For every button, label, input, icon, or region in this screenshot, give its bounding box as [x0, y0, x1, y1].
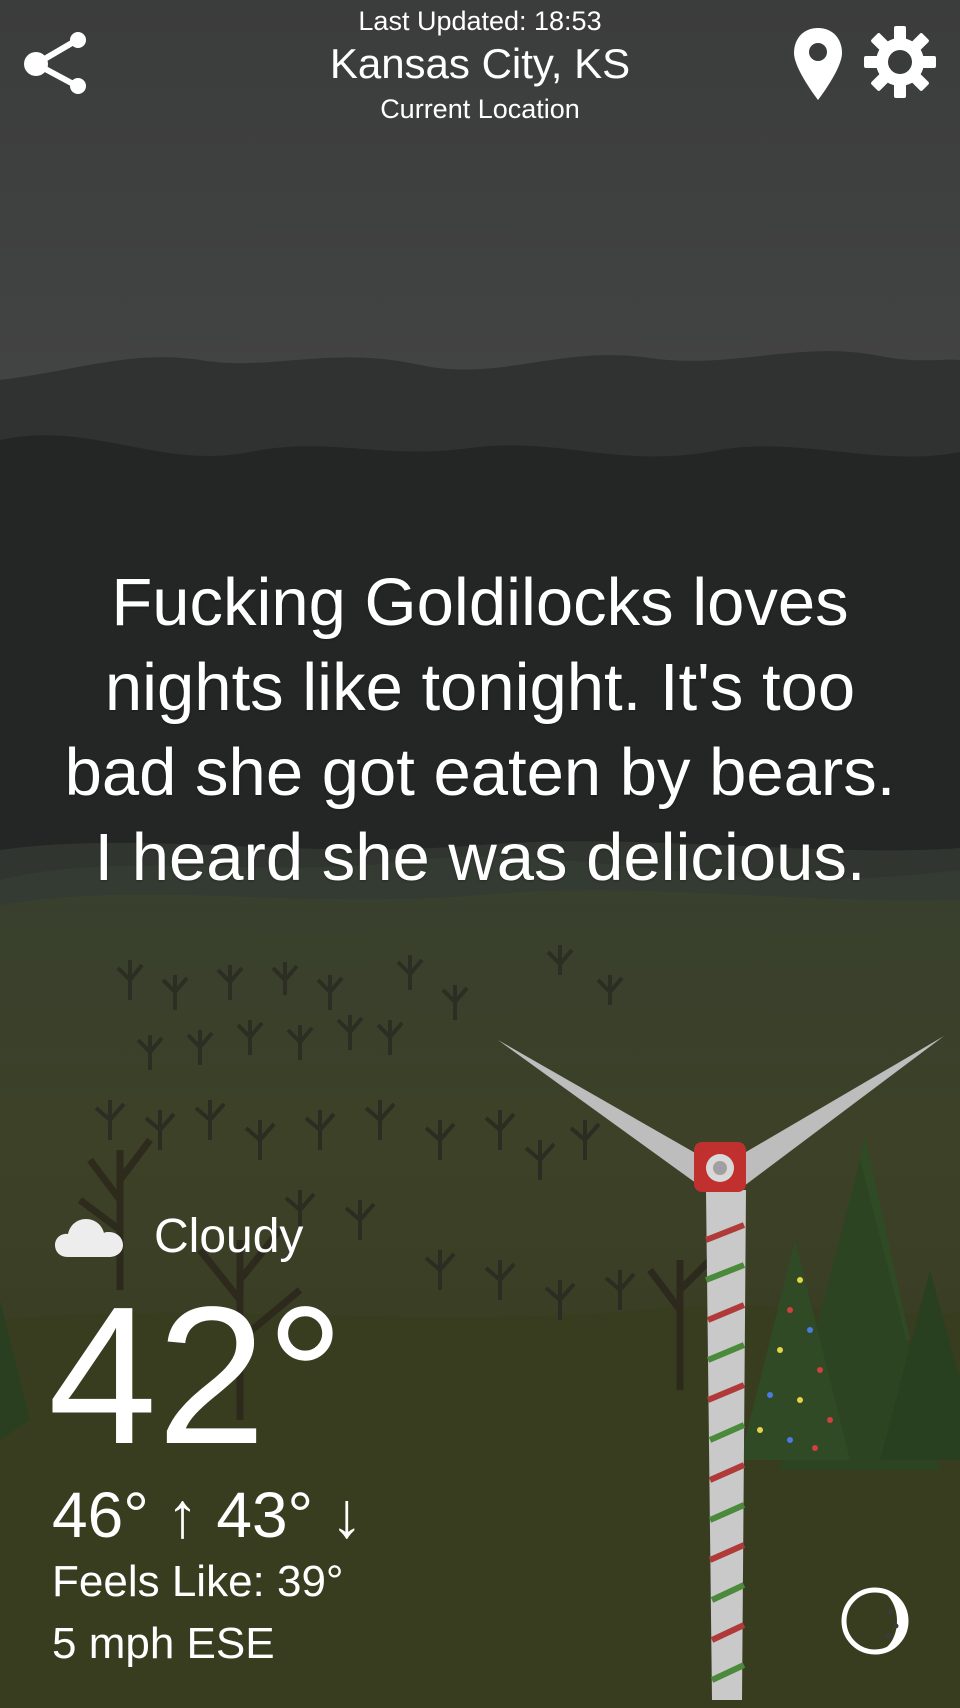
gear-icon[interactable]	[864, 26, 936, 98]
location-pin-icon[interactable]	[790, 26, 846, 102]
top-bar: Last Updated: 18:53 Kansas City, KS Curr…	[0, 0, 960, 140]
share-icon[interactable]	[22, 26, 94, 98]
current-location-label: Current Location	[380, 94, 580, 124]
last-updated-text: Last Updated: 18:53	[358, 6, 602, 36]
high-low-temps: 46° ↑ 43° ↓	[52, 1480, 363, 1550]
cloud-icon	[55, 1219, 123, 1257]
wind-text: 5 mph ESE	[52, 1619, 275, 1668]
up-arrow-icon: ↑	[166, 1479, 199, 1551]
high-temp: 46°	[52, 1479, 149, 1551]
city-name[interactable]: Kansas City, KS	[180, 40, 780, 88]
feels-like-text: Feels Like: 39°	[52, 1557, 344, 1606]
down-arrow-icon: ↓	[330, 1479, 363, 1551]
condition-row: Cloudy	[54, 1206, 303, 1266]
weather-message: Fucking Goldilocks loves nights like ton…	[64, 565, 896, 895]
moon-phase-icon[interactable]	[840, 1586, 910, 1656]
condition-text: Cloudy	[154, 1209, 304, 1263]
low-temp: 43°	[216, 1479, 314, 1551]
current-temperature: 42°	[48, 1266, 345, 1485]
